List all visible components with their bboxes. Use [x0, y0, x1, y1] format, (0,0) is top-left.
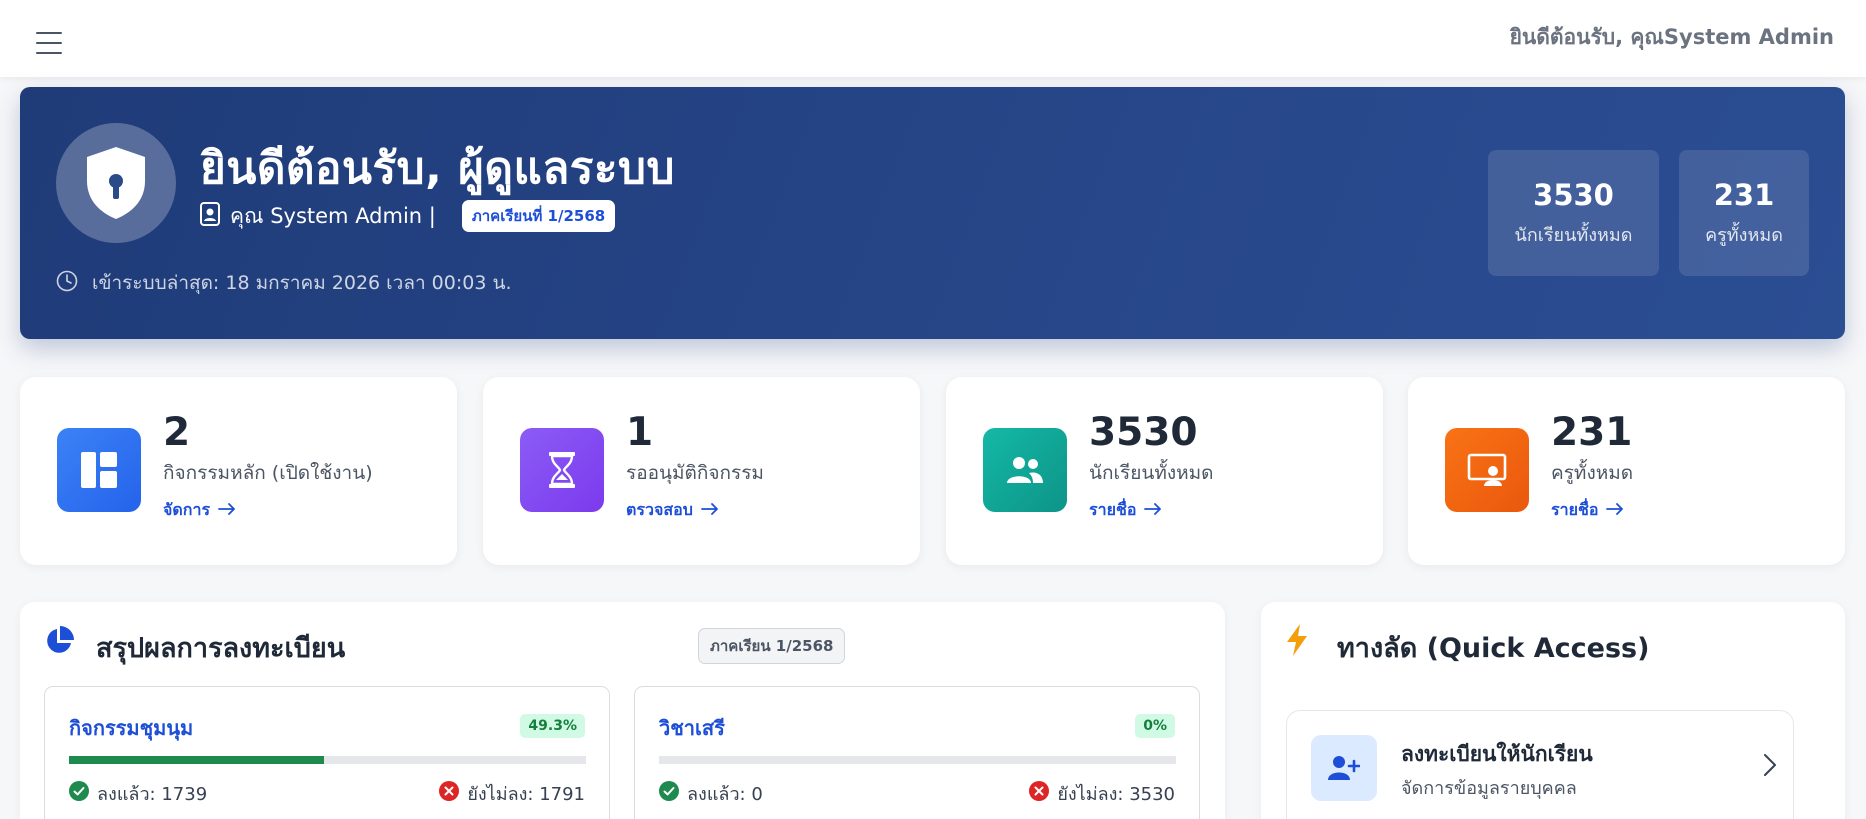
hero-stat-label: ครูทั้งหมด: [1705, 224, 1783, 246]
not-registered-count: ยังไม่ลง: 3530: [1029, 780, 1175, 806]
stat-card-pending: 1 รออนุมัติกิจกรรม ตรวจสอบ: [483, 377, 920, 565]
chevron-right-icon: [1763, 753, 1777, 781]
progress-fill: [69, 756, 324, 764]
stat-card-teachers: 231 ครูทั้งหมด รายชื่อ: [1408, 377, 1845, 565]
students-list-link[interactable]: รายชื่อ: [1089, 498, 1162, 523]
registered-text: ลงแล้ว: 0: [687, 783, 763, 805]
term-label-badge: ภาคเรียน 1/2568: [698, 628, 846, 664]
dashboard-icon: [57, 428, 141, 512]
stat-value: 1: [626, 410, 654, 455]
stat-value: 231: [1551, 410, 1633, 455]
lightning-icon: [1285, 624, 1309, 660]
not-registered-text: ยังไม่ลง: 3530: [1057, 783, 1175, 805]
quick-item-subtitle: จัดการข้อมูลรายบุคคล: [1401, 778, 1577, 799]
progress-bar: [659, 756, 1176, 764]
stat-value: 2: [163, 410, 191, 455]
stat-link-label: รายชื่อ: [1089, 500, 1137, 519]
stat-value: 3530: [1089, 410, 1198, 455]
shield-lock-icon: [56, 123, 176, 243]
hero-stat-value: 231: [1713, 177, 1775, 212]
registered-text: ลงแล้ว: 1739: [97, 783, 208, 805]
hero-stat-label: นักเรียนทั้งหมด: [1514, 224, 1633, 246]
people-icon: [983, 428, 1067, 512]
x-circle-icon: [1029, 780, 1050, 806]
hamburger-menu-icon[interactable]: [36, 32, 64, 54]
hero-stat-value: 3530: [1533, 177, 1614, 212]
stat-link-label: รายชื่อ: [1551, 500, 1599, 519]
registered-count: ลงแล้ว: 1739: [69, 780, 208, 806]
manage-link[interactable]: จัดการ: [163, 498, 236, 523]
hero-stat-students: 3530 นักเรียนทั้งหมด: [1488, 150, 1659, 276]
reg-group-name: กิจกรรมชุมนุม: [69, 716, 194, 740]
registered-count: ลงแล้ว: 0: [659, 780, 763, 806]
not-registered-count: ยังไม่ลง: 1791: [439, 780, 585, 806]
reg-group-name: วิชาเสรี: [659, 716, 725, 740]
page-title: ยินดีต้อนรับ, ผู้ดูแลระบบ: [200, 143, 675, 194]
hourglass-icon: [520, 428, 604, 512]
term-badge: ภาคเรียนที่ 1/2568: [461, 200, 616, 232]
quick-access-title: ทางลัด (Quick Access): [1337, 633, 1650, 664]
reg-percent-badge: 0%: [1135, 714, 1175, 738]
hero-user-name: คุณ System Admin |: [230, 203, 436, 228]
reg-percent-badge: 49.3%: [520, 714, 585, 738]
x-circle-icon: [439, 780, 460, 806]
hero-user-line: คุณ System Admin | ภาคเรียนที่ 1/2568: [200, 199, 616, 233]
teachers-list-link[interactable]: รายชื่อ: [1551, 498, 1624, 523]
id-badge-icon: [200, 201, 220, 231]
arrow-right-icon: [218, 501, 236, 520]
quick-item-register-student[interactable]: ลงทะเบียนให้นักเรียน จัดการข้อมูลรายบุคค…: [1286, 710, 1794, 819]
user-plus-icon: [1311, 735, 1377, 801]
arrow-right-icon: [1606, 501, 1624, 520]
clock-icon: [56, 270, 78, 297]
reg-box-club: กิจกรรมชุมนุม 49.3% ลงแล้ว: 1739 ยังไม่ล…: [44, 686, 610, 819]
arrow-right-icon: [1144, 501, 1162, 520]
arrow-right-icon: [700, 501, 719, 520]
stat-label: กิจกรรมหลัก (เปิดใช้งาน): [163, 462, 373, 484]
pie-chart-icon: [44, 626, 74, 660]
quick-access-panel: ทางลัด (Quick Access) ลงทะเบียนให้นักเรี…: [1261, 602, 1845, 819]
check-circle-icon: [69, 780, 89, 806]
hero-stat-teachers: 231 ครูทั้งหมด: [1679, 150, 1809, 276]
check-circle-icon: [659, 780, 679, 806]
registration-summary-panel: สรุปผลการลงทะเบียน ภาคเรียน 1/2568 กิจกร…: [20, 602, 1225, 819]
quick-item-title: ลงทะเบียนให้นักเรียน: [1401, 742, 1593, 766]
not-registered-text: ยังไม่ลง: 1791: [467, 783, 585, 805]
stat-label: รออนุมัติกิจกรรม: [626, 462, 764, 484]
welcome-banner: ยินดีต้อนรับ, ผู้ดูแลระบบ คุณ System Adm…: [20, 87, 1845, 339]
stat-card-activities: 2 กิจกรรมหลัก (เปิดใช้งาน) จัดการ: [20, 377, 457, 565]
stat-label: ครูทั้งหมด: [1551, 462, 1634, 484]
teacher-icon: [1445, 428, 1529, 512]
last-login-text: เข้าระบบล่าสุด: 18 มกราคม 2026 เวลา 00:0…: [92, 272, 512, 294]
stat-link-label: จัดการ: [163, 500, 211, 519]
stat-card-students: 3530 นักเรียนทั้งหมด รายชื่อ: [946, 377, 1383, 565]
stat-label: นักเรียนทั้งหมด: [1089, 462, 1214, 484]
reg-box-elective: วิชาเสรี 0% ลงแล้ว: 0 ยังไม่ลง: 3530: [634, 686, 1200, 819]
last-login: เข้าระบบล่าสุด: 18 มกราคม 2026 เวลา 00:0…: [56, 270, 512, 296]
top-navbar: ยินดีต้อนรับ, คุณSystem Admin: [0, 0, 1866, 77]
topbar-welcome-text: ยินดีต้อนรับ, คุณSystem Admin: [1509, 25, 1834, 49]
panel-title: สรุปผลการลงทะเบียน: [96, 633, 346, 664]
progress-bar: [69, 756, 586, 764]
review-link[interactable]: ตรวจสอบ: [626, 498, 719, 523]
stat-link-label: ตรวจสอบ: [626, 500, 693, 519]
